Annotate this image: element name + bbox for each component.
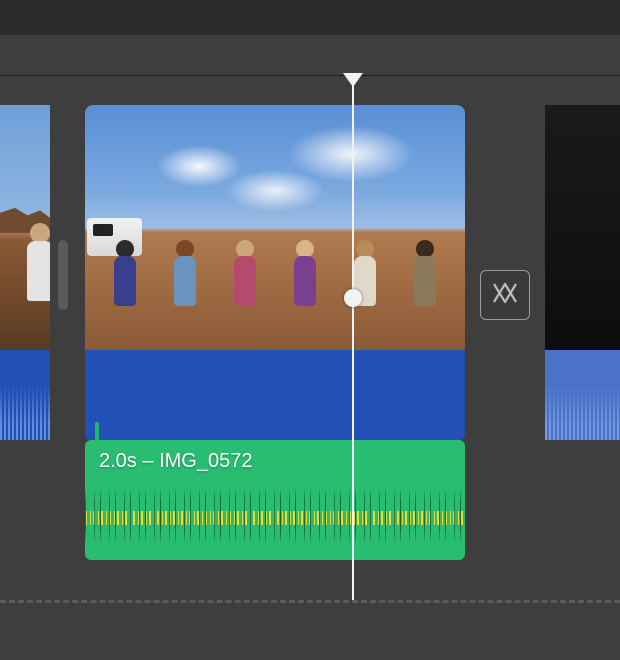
waveform xyxy=(0,386,50,440)
video-clip-right[interactable] xyxy=(545,105,620,440)
thumbnail-figure xyxy=(20,223,50,313)
clip-audio-band xyxy=(85,350,465,440)
audio-link-notch xyxy=(95,422,99,440)
toolbar-strip xyxy=(0,0,620,35)
transition-badge[interactable] xyxy=(480,270,530,320)
clip-audio-band xyxy=(545,350,620,440)
audio-waveform xyxy=(85,484,465,548)
audio-clip-label: 2.0s – IMG_0572 xyxy=(99,450,252,473)
timeline-editor: 2.0s – IMG_0572 xyxy=(0,0,620,660)
timeline-track-area[interactable]: 2.0s – IMG_0572 xyxy=(0,75,620,603)
trim-handle-right[interactable] xyxy=(58,240,68,310)
label-separator: – xyxy=(137,450,159,472)
audio-duration: 2.0s xyxy=(99,450,137,472)
clip-audio-band xyxy=(0,350,50,440)
playhead[interactable] xyxy=(352,75,354,600)
waveform xyxy=(545,386,620,440)
playhead-knob[interactable] xyxy=(344,289,362,307)
audio-filename: IMG_0572 xyxy=(159,450,252,472)
clip-thumbnail xyxy=(85,105,465,350)
clip-thumbnail xyxy=(0,105,50,350)
video-clip-main[interactable]: 2.0s – IMG_0572 xyxy=(85,105,465,560)
video-clip-left[interactable] xyxy=(0,105,50,440)
clip-thumbnail xyxy=(545,105,620,350)
thumbnail-people xyxy=(85,215,465,350)
thumbnail-image xyxy=(545,105,620,350)
crossfade-icon xyxy=(491,279,519,312)
detached-audio-clip[interactable]: 2.0s – IMG_0572 xyxy=(85,440,465,560)
